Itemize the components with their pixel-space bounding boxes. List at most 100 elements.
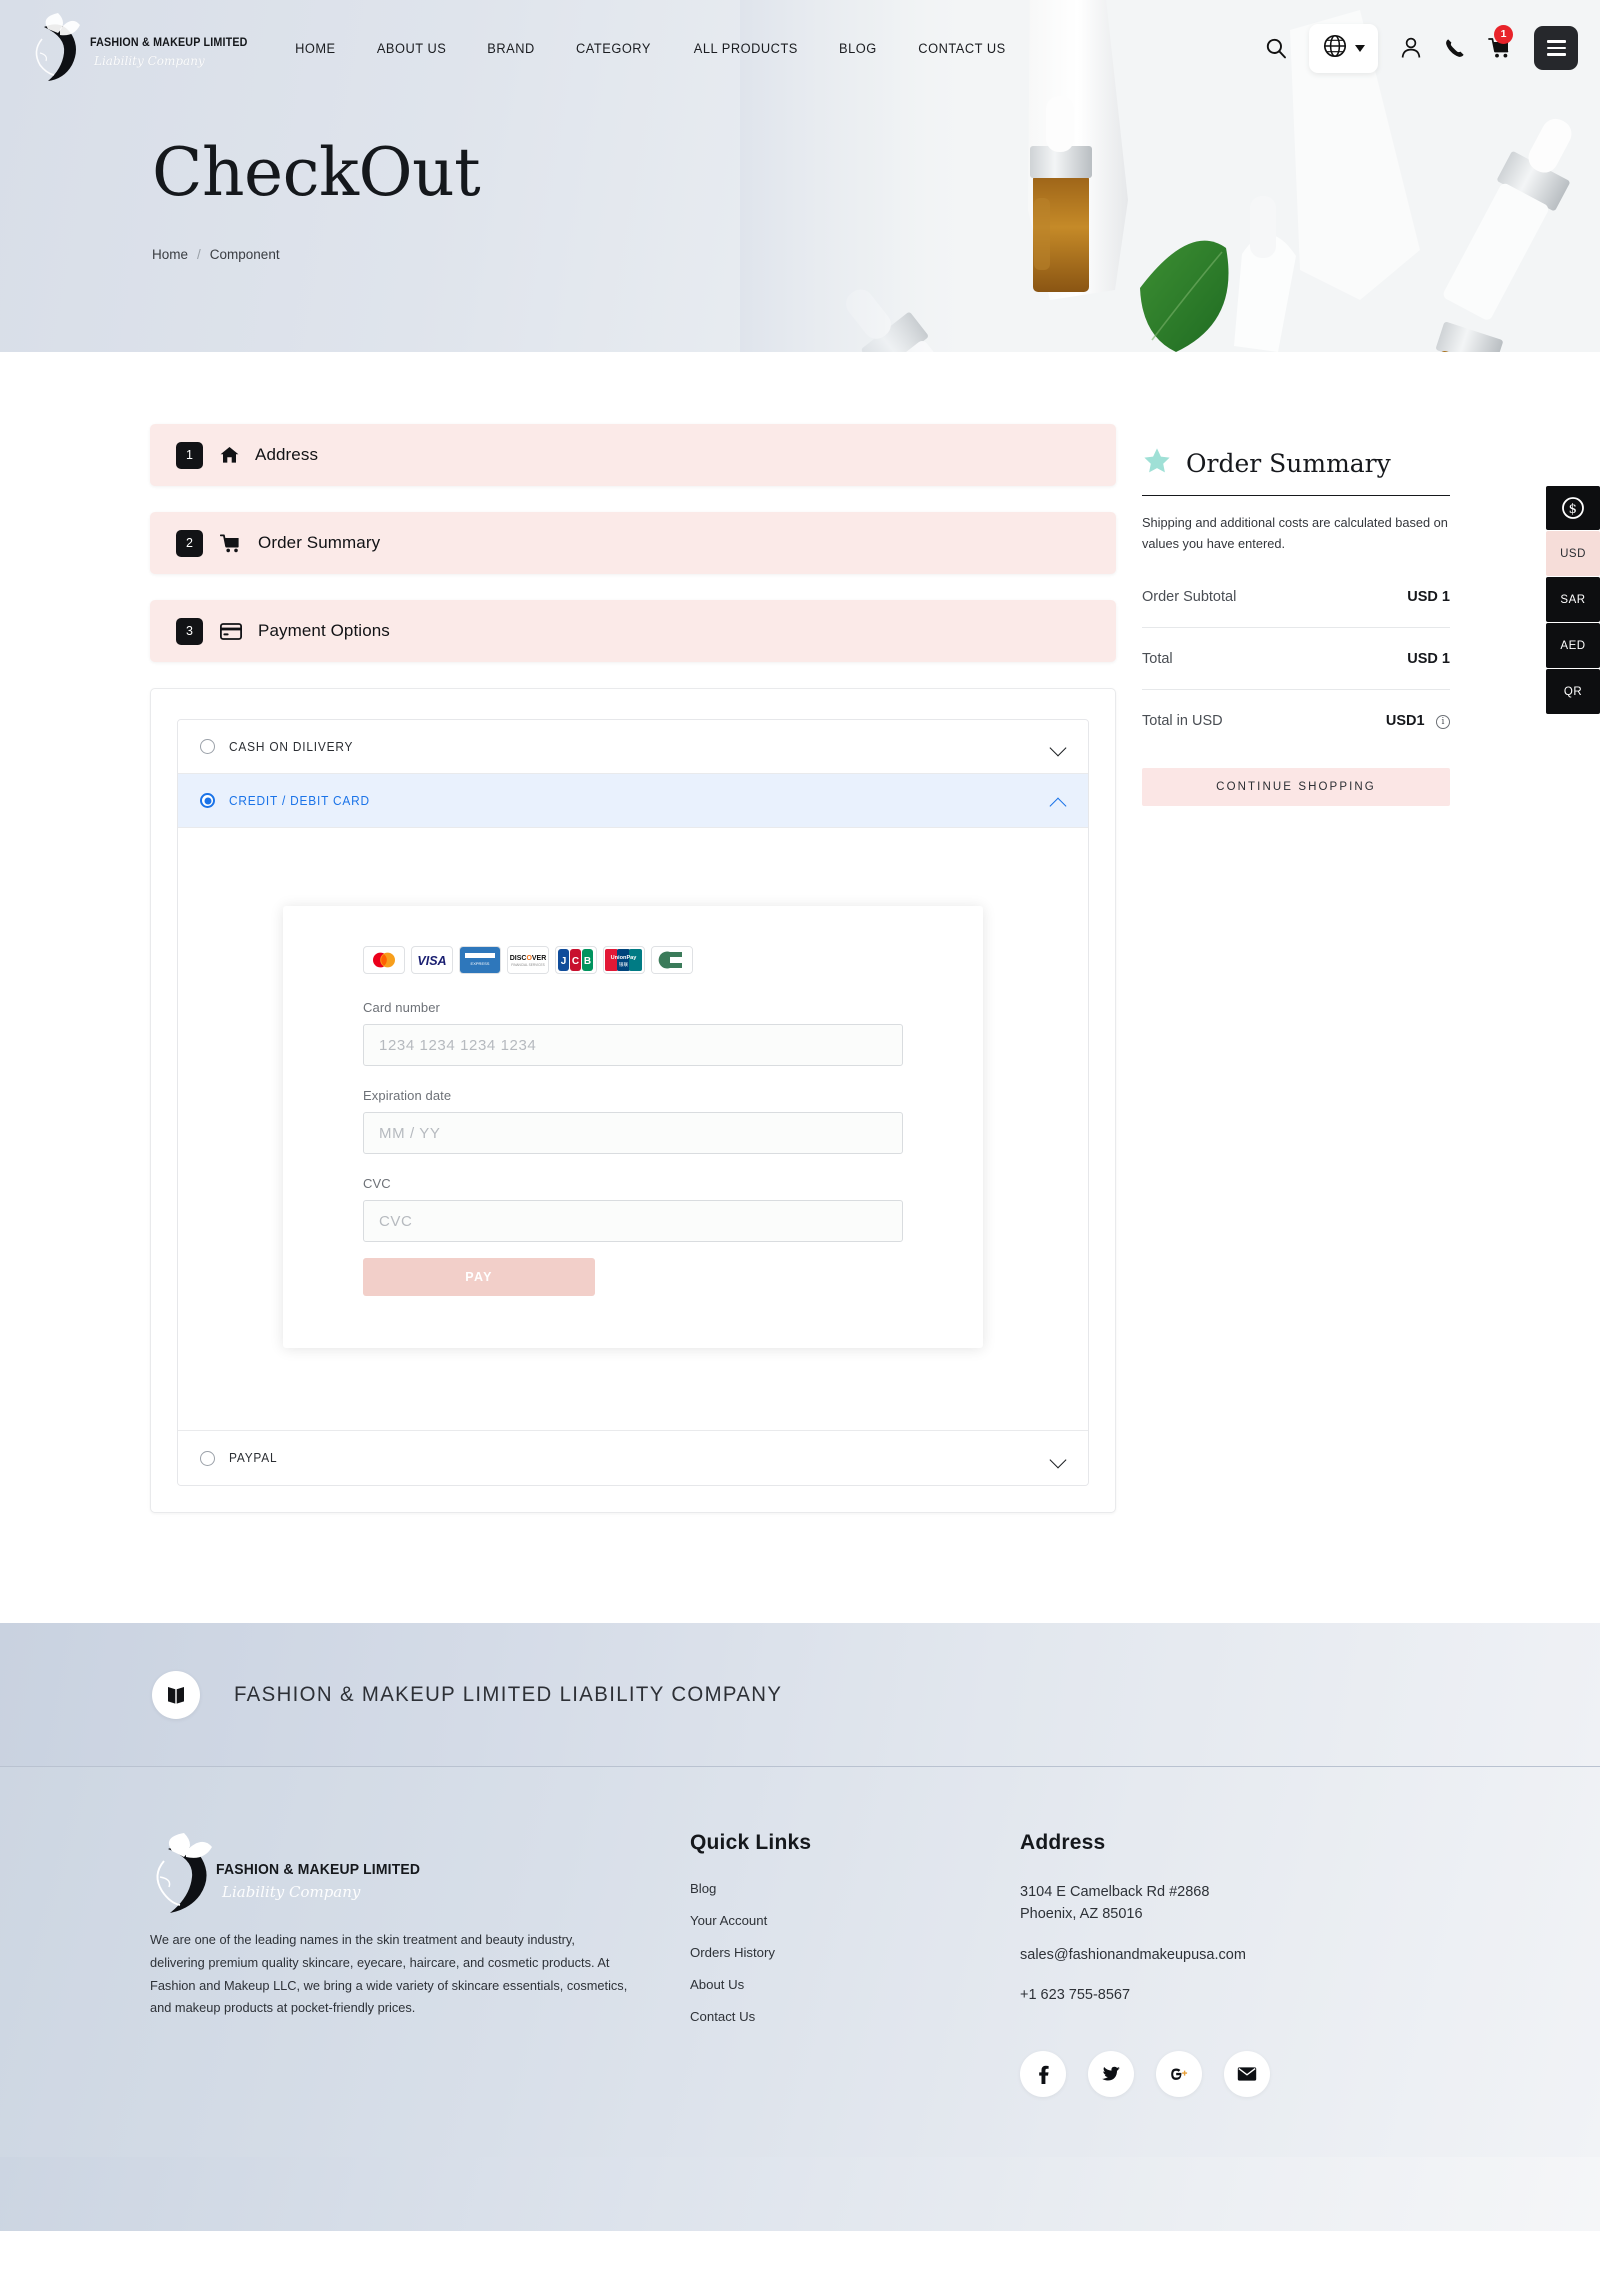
footer-quick-links-column: Quick Links Blog Your Account Orders His… — [690, 1831, 1020, 2041]
footer-social-links — [1020, 2051, 1420, 2097]
cvc-input[interactable] — [363, 1200, 903, 1242]
footer-phone[interactable]: +1 623 755-8567 — [1020, 1984, 1420, 2006]
step-number: 3 — [176, 618, 203, 645]
user-icon[interactable] — [1400, 36, 1422, 60]
logo-subtitle: Liability Company — [94, 54, 205, 68]
payment-method-credit-debit-card[interactable]: CREDIT / DEBIT CARD — [178, 774, 1088, 828]
chevron-down-icon[interactable] — [1051, 742, 1066, 751]
currency-option-sar[interactable]: SAR — [1546, 577, 1600, 622]
accepted-card-brands: VISA EXPRESS DISCOVERFINANCIAL SERVICES … — [363, 946, 903, 974]
phone-icon[interactable] — [1444, 37, 1466, 59]
currency-option-usd[interactable]: USD — [1546, 531, 1600, 576]
payment-method-label: CASH ON DILIVERY — [229, 740, 353, 754]
footer-link-orders-history[interactable]: Orders History — [690, 1945, 1020, 1960]
nav-item-brand[interactable]: BRAND — [487, 41, 535, 56]
step-number: 2 — [176, 530, 203, 557]
card-number-input[interactable] — [363, 1024, 903, 1066]
chevron-up-icon[interactable] — [1051, 796, 1066, 805]
checkout-steps-column: 1 Address 2 Order Summary 3 P — [150, 424, 1116, 1513]
footer-address-column: Address 3104 E Camelback Rd #2868 Phoeni… — [1020, 1831, 1420, 2097]
step-label: Order Summary — [258, 533, 380, 553]
footer-link-your-account[interactable]: Your Account — [690, 1913, 1020, 1928]
pay-button[interactable]: PAY — [363, 1258, 595, 1296]
step-payment-options[interactable]: 3 Payment Options — [150, 600, 1116, 662]
credit-card-icon — [220, 623, 242, 640]
order-summary-note: Shipping and additional costs are calcul… — [1142, 513, 1450, 554]
step-number: 1 — [176, 442, 203, 469]
nav-item-blog[interactable]: BLOG — [839, 41, 877, 56]
currency-option-qr[interactable]: QR — [1546, 669, 1600, 714]
svg-text:B: B — [584, 956, 591, 967]
summary-row-label: Total in USD — [1142, 713, 1223, 729]
footer-quick-links-heading: Quick Links — [690, 1831, 1020, 1855]
footer-logo-title: FASHION & MAKEUP LIMITED — [216, 1861, 420, 1878]
step-label: Payment Options — [258, 621, 390, 641]
cb-icon — [651, 946, 693, 974]
unionpay-icon: UnionPay银联 — [603, 946, 645, 974]
continue-shopping-button[interactable]: CONTINUE SHOPPING — [1142, 768, 1450, 806]
footer-link-blog[interactable]: Blog — [690, 1881, 1020, 1896]
svg-text:FINANCIAL SERVICES: FINANCIAL SERVICES — [511, 963, 544, 967]
discover-icon: DISCOVERFINANCIAL SERVICES — [507, 946, 549, 974]
globe-icon — [1322, 33, 1348, 64]
nav-item-all-products[interactable]: ALL PRODUCTS — [694, 41, 798, 56]
visa-icon: VISA — [411, 946, 453, 974]
payment-method-cash-on-delivery[interactable]: CASH ON DILIVERY — [178, 720, 1088, 774]
google-plus-icon[interactable] — [1156, 2051, 1202, 2097]
dollar-coin-icon[interactable]: $ — [1546, 486, 1600, 530]
company-banner: FASHION & MAKEUP LIMITED LIABILITY COMPA… — [0, 1623, 1600, 1767]
footer-logo[interactable]: FASHION & MAKEUP LIMITED Liability Compa… — [150, 1831, 410, 1913]
expiration-date-input[interactable] — [363, 1112, 903, 1154]
expiration-date-label: Expiration date — [363, 1088, 903, 1103]
email-icon[interactable] — [1224, 2051, 1270, 2097]
facebook-icon[interactable] — [1020, 2051, 1066, 2097]
payment-options-panel: CASH ON DILIVERY CREDIT / DEBIT CARD — [150, 688, 1116, 1513]
nav-item-home[interactable]: HOME — [295, 41, 336, 56]
footer-bottom-strip — [0, 2157, 1600, 2231]
nav-item-about-us[interactable]: ABOUT US — [377, 41, 447, 56]
credit-card-form-region: VISA EXPRESS DISCOVERFINANCIAL SERVICES … — [178, 828, 1088, 1431]
breadcrumb-home[interactable]: Home — [152, 247, 188, 262]
info-icon[interactable]: i — [1436, 715, 1450, 729]
payment-method-label: PAYPAL — [229, 1451, 277, 1465]
currency-option-aed[interactable]: AED — [1546, 623, 1600, 668]
radio-credit-debit-card[interactable] — [200, 793, 215, 808]
footer-email[interactable]: sales@fashionandmakeupusa.com — [1020, 1944, 1420, 1966]
company-banner-text: FASHION & MAKEUP LIMITED LIABILITY COMPA… — [234, 1683, 782, 1707]
breadcrumb: Home / Component — [152, 247, 1600, 262]
header-icon-group: 1 — [1265, 24, 1578, 73]
footer-link-about-us[interactable]: About Us — [690, 1977, 1020, 1992]
radio-cash-on-delivery[interactable] — [200, 739, 215, 754]
chevron-down-icon[interactable] — [1051, 1454, 1066, 1463]
twitter-icon[interactable] — [1088, 2051, 1134, 2097]
order-summary-header: Order Summary — [1142, 446, 1450, 496]
svg-text:C: C — [572, 956, 579, 967]
logo-title: FASHION & MAKEUP LIMITED — [90, 37, 248, 49]
payment-method-paypal[interactable]: PAYPAL — [178, 1431, 1088, 1485]
footer-about-text: We are one of the leading names in the s… — [150, 1929, 630, 2020]
footer-link-contact-us[interactable]: Contact Us — [690, 2009, 1020, 2024]
summary-row-label: Order Subtotal — [1142, 589, 1236, 605]
svg-text:UnionPay: UnionPay — [611, 955, 638, 961]
payment-method-list: CASH ON DILIVERY CREDIT / DEBIT CARD — [177, 719, 1089, 1486]
radio-paypal[interactable] — [200, 1451, 215, 1466]
step-address[interactable]: 1 Address — [150, 424, 1116, 486]
nav-item-contact-us[interactable]: CONTACT US — [918, 41, 1005, 56]
hamburger-icon[interactable] — [1534, 26, 1578, 70]
summary-row-value: USD1 — [1386, 713, 1425, 729]
cart-count-badge: 1 — [1494, 25, 1513, 44]
star-icon — [1142, 446, 1172, 481]
chevron-down-icon — [1355, 45, 1365, 52]
svg-text:银联: 银联 — [619, 961, 629, 968]
search-icon[interactable] — [1265, 37, 1287, 59]
nav-item-category[interactable]: CATEGORY — [576, 41, 651, 56]
step-order-summary[interactable]: 2 Order Summary — [150, 512, 1116, 574]
checkout-page: 1 Address 2 Order Summary 3 P — [0, 352, 1600, 1623]
site-logo[interactable]: FASHION & MAKEUP LIMITED Liability Compa… — [28, 11, 208, 85]
mastercard-icon — [363, 946, 405, 974]
cart-icon[interactable]: 1 — [1488, 37, 1512, 59]
payment-method-label: CREDIT / DEBIT CARD — [229, 794, 370, 808]
footer-address-street: 3104 E Camelback Rd #2868 — [1020, 1884, 1209, 1900]
main-navbar: FASHION & MAKEUP LIMITED Liability Compa… — [0, 0, 1600, 96]
language-selector[interactable] — [1309, 24, 1378, 73]
